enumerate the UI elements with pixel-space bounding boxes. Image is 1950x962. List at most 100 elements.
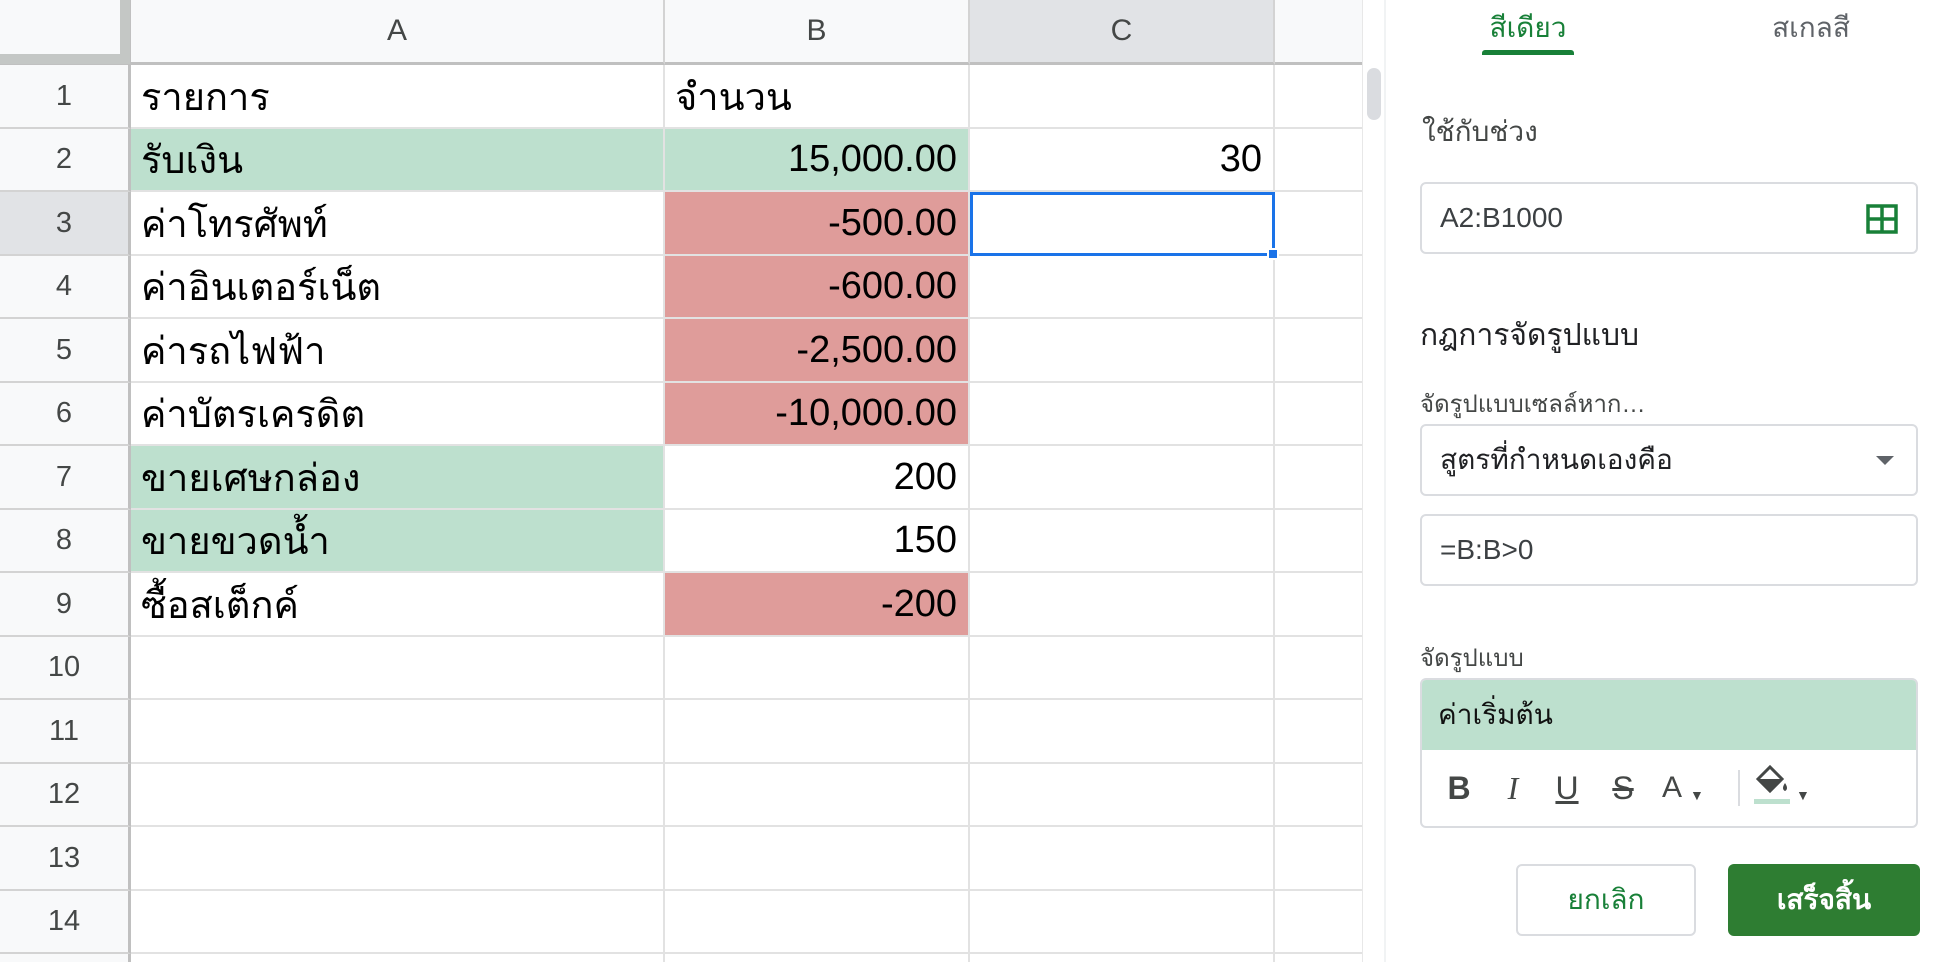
cell-d2[interactable] xyxy=(1275,129,1362,192)
row-header-3[interactable]: 3 xyxy=(0,192,131,256)
cell-d6[interactable] xyxy=(1275,383,1362,446)
range-value: A2:B1000 xyxy=(1440,202,1563,233)
cell-b7[interactable]: 200 xyxy=(665,446,970,510)
row-header-10[interactable]: 10 xyxy=(0,637,131,700)
cell-b2[interactable]: 15,000.00 xyxy=(665,129,970,192)
cell-c6[interactable] xyxy=(970,383,1275,446)
select-all-corner[interactable] xyxy=(0,0,131,65)
strikethrough-button[interactable]: S xyxy=(1606,764,1640,812)
column-header-d[interactable] xyxy=(1275,0,1362,65)
column-header-c[interactable]: C xyxy=(970,0,1275,65)
cell-c1[interactable] xyxy=(970,65,1275,129)
cell-a11[interactable] xyxy=(131,700,665,764)
column-header-b[interactable]: B xyxy=(665,0,970,65)
cell-a3[interactable]: ค่าโทรศัพท์ xyxy=(131,192,665,256)
cell-a15[interactable] xyxy=(131,954,665,962)
cell-d15[interactable] xyxy=(1275,954,1362,962)
cell-c4[interactable] xyxy=(970,256,1275,319)
cell-b8[interactable]: 150 xyxy=(665,510,970,573)
cell-c7[interactable] xyxy=(970,446,1275,510)
cell-c11[interactable] xyxy=(970,700,1275,764)
fill-handle[interactable] xyxy=(1267,248,1279,260)
italic-button[interactable]: I xyxy=(1496,764,1530,812)
row-header-13[interactable]: 13 xyxy=(0,827,131,891)
cell-d4[interactable] xyxy=(1275,256,1362,319)
cell-c8[interactable] xyxy=(970,510,1275,573)
cell-c9[interactable] xyxy=(970,573,1275,637)
column-header-a[interactable]: A xyxy=(131,0,665,65)
cell-b6[interactable]: -10,000.00 xyxy=(665,383,970,446)
formula-input[interactable]: =B:B>0 xyxy=(1420,514,1918,586)
underline-button[interactable]: U xyxy=(1550,764,1584,812)
cancel-button[interactable]: ยกเลิก xyxy=(1516,864,1696,936)
select-range-icon[interactable] xyxy=(1866,204,1898,241)
fill-color-button[interactable]: ▼ xyxy=(1752,764,1822,812)
cell-d12[interactable] xyxy=(1275,764,1362,827)
cell-d13[interactable] xyxy=(1275,827,1362,891)
row-header-8[interactable]: 8 xyxy=(0,510,131,573)
cell-d5[interactable] xyxy=(1275,319,1362,383)
cell-d1[interactable] xyxy=(1275,65,1362,129)
cell-d10[interactable] xyxy=(1275,637,1362,700)
active-cell-selection[interactable] xyxy=(970,192,1279,260)
cell-b3[interactable]: -500.00 xyxy=(665,192,970,256)
cell-b1[interactable]: จำนวน xyxy=(665,65,970,129)
cell-a5[interactable]: ค่ารถไฟฟ้า xyxy=(131,319,665,383)
row-header-9[interactable]: 9 xyxy=(0,573,131,637)
cell-d3[interactable] xyxy=(1275,192,1362,256)
row-header-6[interactable]: 6 xyxy=(0,383,131,446)
cell-b10[interactable] xyxy=(665,637,970,700)
row-header-14[interactable]: 14 xyxy=(0,891,131,954)
cell-c14[interactable] xyxy=(970,891,1275,954)
cell-a13[interactable] xyxy=(131,827,665,891)
cell-a14[interactable] xyxy=(131,891,665,954)
cell-c13[interactable] xyxy=(970,827,1275,891)
cell-d9[interactable] xyxy=(1275,573,1362,637)
fill-color-caret-icon: ▼ xyxy=(1796,787,1810,803)
cell-b13[interactable] xyxy=(665,827,970,891)
cell-b5[interactable]: -2,500.00 xyxy=(665,319,970,383)
row-header-15[interactable] xyxy=(0,954,131,962)
cell-c10[interactable] xyxy=(970,637,1275,700)
style-preview[interactable]: ค่าเริ่มต้น xyxy=(1422,680,1916,750)
bold-button[interactable]: B xyxy=(1442,764,1476,812)
row-header-5[interactable]: 5 xyxy=(0,319,131,383)
tab-color-scale[interactable]: สเกลสี xyxy=(1756,0,1866,56)
cell-a7[interactable]: ขายเศษกล่อง xyxy=(131,446,665,510)
cell-b4[interactable]: -600.00 xyxy=(665,256,970,319)
row-header-11[interactable]: 11 xyxy=(0,700,131,764)
cell-b9[interactable]: -200 xyxy=(665,573,970,637)
row-header-4[interactable]: 4 xyxy=(0,256,131,319)
cell-b11[interactable] xyxy=(665,700,970,764)
done-button[interactable]: เสร็จสิ้น xyxy=(1728,864,1920,936)
cell-a9[interactable]: ซื้อสเต็กค์ xyxy=(131,573,665,637)
vertical-scrollbar[interactable] xyxy=(1362,0,1384,962)
cell-b14[interactable] xyxy=(665,891,970,954)
row-header-7[interactable]: 7 xyxy=(0,446,131,510)
cell-a4[interactable]: ค่าอินเตอร์เน็ต xyxy=(131,256,665,319)
scrollbar-thumb[interactable] xyxy=(1367,68,1381,120)
cell-a6[interactable]: ค่าบัตรเครดิต xyxy=(131,383,665,446)
cell-a12[interactable] xyxy=(131,764,665,827)
cell-a2[interactable]: รับเงิน xyxy=(131,129,665,192)
tab-single-color[interactable]: สีเดียว xyxy=(1472,0,1584,56)
cell-a1[interactable]: รายการ xyxy=(131,65,665,129)
row-header-1[interactable]: 1 xyxy=(0,65,131,129)
cell-a10[interactable] xyxy=(131,637,665,700)
row-header-12[interactable]: 12 xyxy=(0,764,131,827)
cell-c5[interactable] xyxy=(970,319,1275,383)
cell-d8[interactable] xyxy=(1275,510,1362,573)
cell-d14[interactable] xyxy=(1275,891,1362,954)
cell-c12[interactable] xyxy=(970,764,1275,827)
cell-b12[interactable] xyxy=(665,764,970,827)
row-header-2[interactable]: 2 xyxy=(0,129,131,192)
cell-c2[interactable]: 30 xyxy=(970,129,1275,192)
cell-b15[interactable] xyxy=(665,954,970,962)
cell-d7[interactable] xyxy=(1275,446,1362,510)
cell-d11[interactable] xyxy=(1275,700,1362,764)
condition-dropdown[interactable]: สูตรที่กำหนดเองคือ xyxy=(1420,424,1918,496)
cell-a8[interactable]: ขายขวดน้ำ xyxy=(131,510,665,573)
text-color-button[interactable]: A ▼ xyxy=(1662,764,1724,812)
range-input[interactable]: A2:B1000 xyxy=(1420,182,1918,254)
cell-c15[interactable] xyxy=(970,954,1275,962)
